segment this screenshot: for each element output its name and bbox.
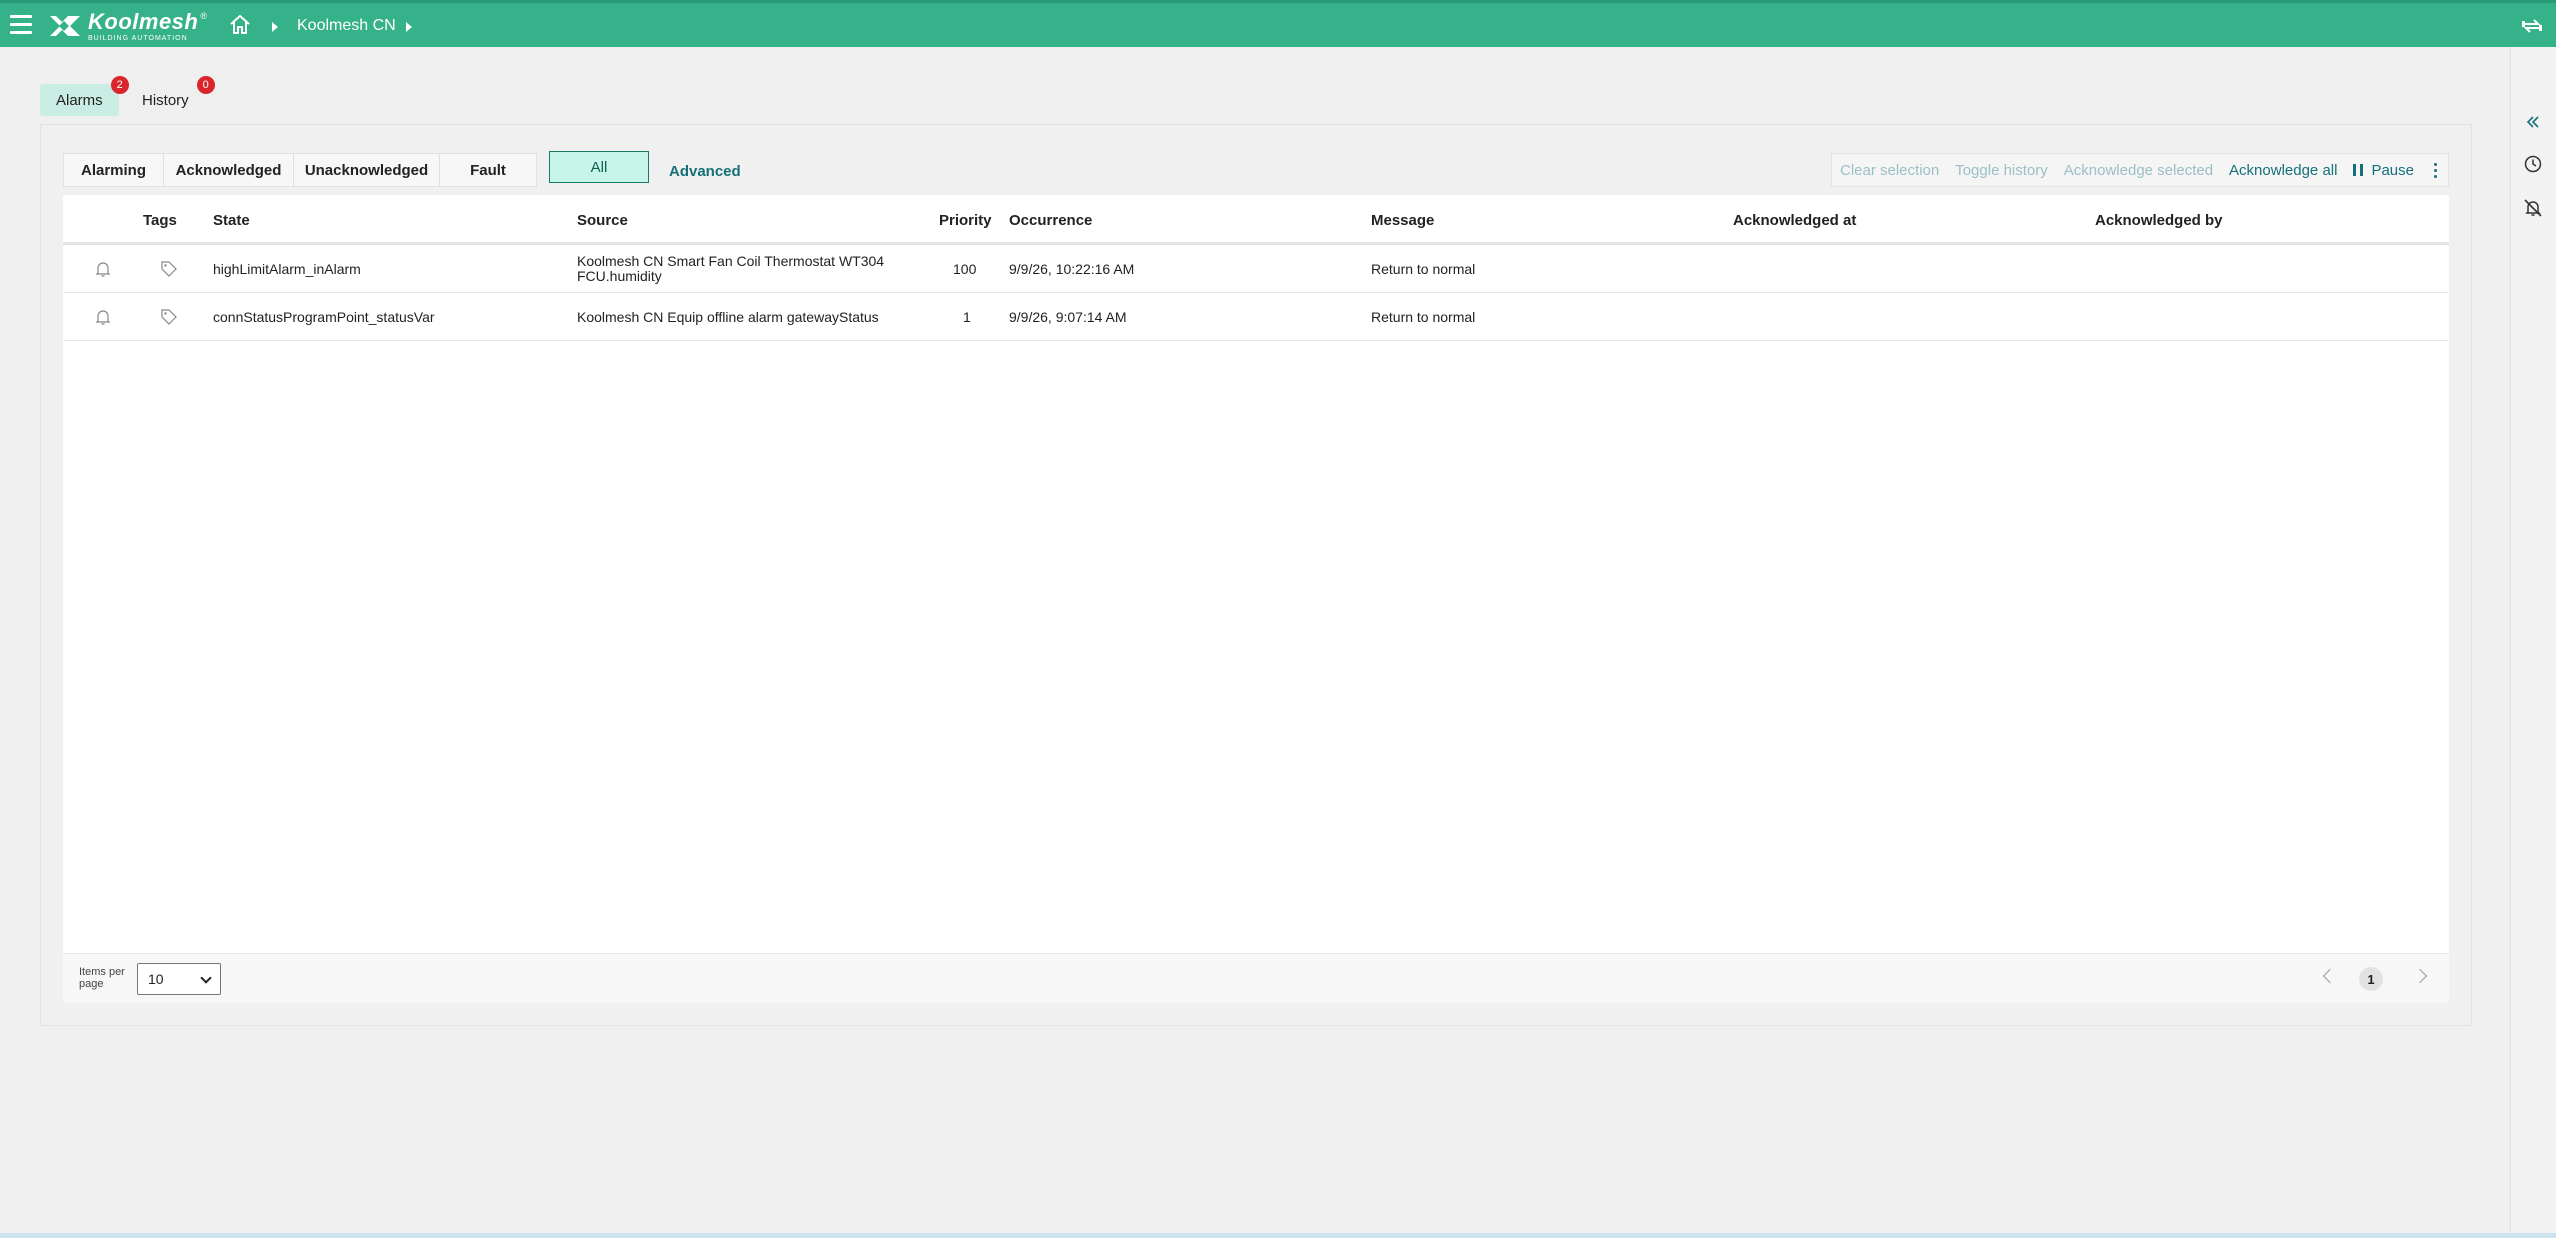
bell-icon[interactable] bbox=[93, 307, 113, 327]
column-header-priority[interactable]: Priority bbox=[939, 212, 992, 229]
table-footer: Items per page 10 1 bbox=[63, 953, 2449, 1003]
logo-words: Koolmesh BUILDING AUTOMATION bbox=[88, 8, 199, 42]
breadcrumb-separator-icon bbox=[272, 22, 278, 32]
history-clock-icon[interactable] bbox=[2522, 153, 2544, 175]
cell-message: Return to normal bbox=[1371, 260, 1476, 277]
table-row[interactable]: highLimitAlarm_inAlarm Koolmesh CN Smart… bbox=[63, 245, 2449, 293]
state-filter-group: Alarming Acknowledged Unacknowledged Fau… bbox=[63, 153, 537, 187]
hamburger-menu-icon[interactable] bbox=[10, 15, 32, 35]
cell-priority: 100 bbox=[953, 260, 977, 277]
cell-occurrence: 9/9/26, 10:22:16 AM bbox=[1009, 260, 1135, 277]
column-header-occurrence[interactable]: Occurrence bbox=[1009, 212, 1092, 229]
pause-icon bbox=[2353, 164, 2364, 176]
tab-history-label: History bbox=[142, 91, 189, 109]
pause-label: Pause bbox=[2371, 161, 2414, 179]
tag-icon[interactable] bbox=[159, 259, 179, 279]
cell-state: highLimitAlarm_inAlarm bbox=[213, 260, 361, 277]
filter-unacknowledged[interactable]: Unacknowledged bbox=[294, 154, 440, 186]
page-number-button[interactable]: 1 bbox=[2359, 967, 2383, 991]
koolmesh-logo-mark-icon bbox=[50, 16, 80, 36]
cell-state: connStatusProgramPoint_statusVar bbox=[213, 308, 435, 325]
tag-icon[interactable] bbox=[159, 307, 179, 327]
cell-occurrence: 9/9/26, 9:07:14 AM bbox=[1009, 308, 1127, 325]
koolmesh-logo[interactable]: Koolmesh BUILDING AUTOMATION ® bbox=[48, 8, 207, 42]
column-header-tags[interactable]: Tags bbox=[143, 212, 177, 229]
home-icon[interactable] bbox=[228, 13, 252, 37]
acknowledge-all-button[interactable]: Acknowledge all bbox=[2221, 154, 2345, 186]
top-bar: Koolmesh BUILDING AUTOMATION ® Koolmesh … bbox=[0, 0, 2556, 47]
column-header-state[interactable]: State bbox=[213, 212, 250, 229]
table-row[interactable]: connStatusProgramPoint_statusVar Koolmes… bbox=[63, 293, 2449, 341]
logo-tagline: BUILDING AUTOMATION bbox=[88, 34, 188, 42]
column-header-acknowledged-by[interactable]: Acknowledged by bbox=[2095, 212, 2223, 229]
filter-fault[interactable]: Fault bbox=[440, 154, 536, 186]
tab-alarms[interactable]: Alarms 2 bbox=[40, 76, 129, 116]
items-per-page-value: 10 bbox=[148, 971, 164, 987]
cell-source: Koolmesh CN Smart Fan Coil Thermostat WT… bbox=[577, 253, 885, 284]
items-per-page-label: Items per page bbox=[79, 966, 125, 990]
tab-history[interactable]: History 0 bbox=[126, 76, 215, 116]
mute-bell-icon[interactable] bbox=[2522, 197, 2544, 219]
registered-mark: ® bbox=[200, 11, 207, 21]
tab-alarms-label: Alarms bbox=[56, 91, 103, 109]
sync-icon[interactable] bbox=[2520, 15, 2544, 37]
items-per-page-select[interactable]: 10 bbox=[137, 963, 221, 995]
cell-source: Koolmesh CN Equip offline alarm gatewayS… bbox=[577, 308, 879, 325]
previous-page-icon[interactable] bbox=[2322, 968, 2338, 984]
chevron-down-icon bbox=[200, 972, 212, 984]
breadcrumb-koolmesh-cn[interactable]: Koolmesh CN bbox=[297, 17, 396, 35]
next-page-icon[interactable] bbox=[2412, 968, 2428, 984]
filter-acknowledged[interactable]: Acknowledged bbox=[164, 154, 294, 186]
column-header-message[interactable]: Message bbox=[1371, 212, 1434, 229]
filter-bar: Alarming Acknowledged Unacknowledged Fau… bbox=[63, 147, 2449, 195]
filter-all[interactable]: All bbox=[549, 151, 649, 183]
logo-brand: Koolmesh bbox=[88, 8, 199, 34]
table-header: Tags State Source Priority Occurrence Me… bbox=[63, 195, 2449, 245]
cell-priority: 1 bbox=[963, 308, 971, 325]
bell-icon[interactable] bbox=[93, 259, 113, 279]
alarm-actions-toolbar: Clear selection Toggle history Acknowled… bbox=[1831, 153, 2449, 187]
filter-advanced[interactable]: Advanced bbox=[669, 155, 741, 187]
breadcrumb-separator-icon[interactable] bbox=[406, 22, 412, 32]
collapse-double-chevron-icon[interactable] bbox=[2522, 111, 2544, 133]
acknowledge-selected-button[interactable]: Acknowledge selected bbox=[2056, 154, 2221, 186]
toggle-history-button[interactable]: Toggle history bbox=[1947, 154, 2056, 186]
alarms-panel: Alarming Acknowledged Unacknowledged Fau… bbox=[40, 124, 2472, 1026]
column-header-source[interactable]: Source bbox=[577, 212, 628, 229]
alarm-table-container: Alarming Acknowledged Unacknowledged Fau… bbox=[63, 147, 2449, 1003]
filter-alarming[interactable]: Alarming bbox=[64, 154, 164, 186]
history-count-badge: 0 bbox=[196, 76, 215, 94]
right-side-rail bbox=[2510, 47, 2556, 1233]
more-options-icon[interactable] bbox=[2422, 154, 2448, 186]
cell-message: Return to normal bbox=[1371, 308, 1476, 325]
pause-button[interactable]: Pause bbox=[2345, 154, 2422, 186]
column-header-acknowledged-at[interactable]: Acknowledged at bbox=[1733, 212, 1856, 229]
clear-selection-button[interactable]: Clear selection bbox=[1832, 154, 1947, 186]
bottom-status-line bbox=[0, 1233, 2556, 1238]
